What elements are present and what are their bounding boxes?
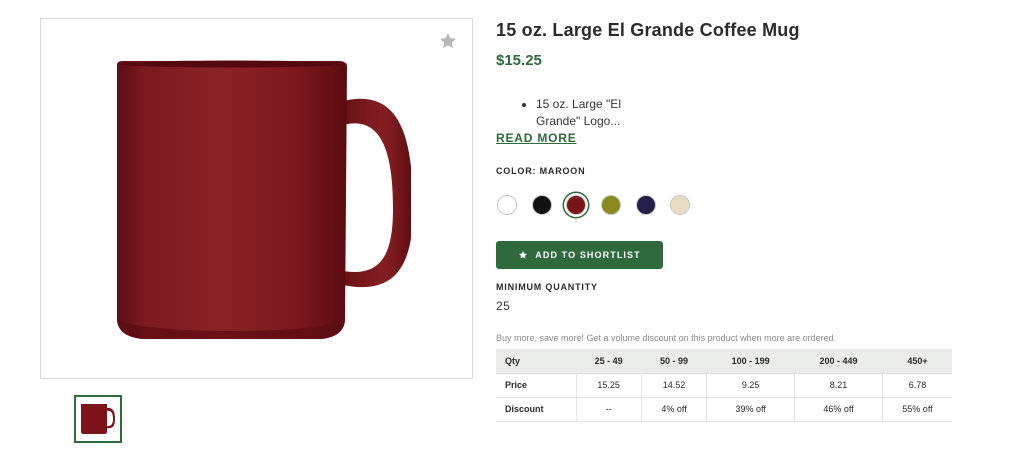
description-bullet: 15 oz. Large "El Grande" Logo... <box>536 96 660 130</box>
shortlist-label: ADD TO SHORTLIST <box>535 250 641 260</box>
star-icon <box>519 251 528 259</box>
table-cell: 6.78 <box>881 373 952 398</box>
table-cell: 4% off <box>640 397 707 422</box>
add-to-shortlist-button[interactable]: ADD TO SHORTLIST <box>496 241 663 269</box>
volume-pricing-table: Qty 25 - 49 50 - 99 100 - 199 200 - 449 … <box>496 349 952 422</box>
swatch-navy[interactable] <box>636 195 656 215</box>
table-cell: 9.25 <box>706 373 795 398</box>
swatch-black[interactable] <box>532 195 552 215</box>
minimum-quantity-value: 25 <box>496 299 511 313</box>
table-header-cell: 100 - 199 <box>706 349 795 374</box>
table-header-row: Qty 25 - 49 50 - 99 100 - 199 200 - 449 … <box>496 349 952 374</box>
table-cell: Discount <box>496 397 576 422</box>
table-cell: 14.52 <box>640 373 707 398</box>
swatch-maroon[interactable] <box>566 195 586 215</box>
table-cell: Price <box>496 373 576 398</box>
product-price: $15.25 <box>496 52 542 69</box>
table-cell: 55% off <box>881 397 952 422</box>
product-title: 15 oz. Large El Grande Coffee Mug <box>496 20 800 40</box>
product-description: 15 oz. Large "El Grande" Logo... <box>520 96 660 130</box>
table-header-cell: 25 - 49 <box>575 349 642 374</box>
table-header-cell: Qty <box>496 349 576 374</box>
favorite-star-icon[interactable] <box>438 31 458 51</box>
volume-discount-note: Buy more, save more! Get a volume discou… <box>496 333 837 343</box>
main-product-image <box>40 18 473 379</box>
table-cell: 46% off <box>794 397 883 422</box>
table-row-price: Price 15.25 14.52 9.25 8.21 6.78 <box>496 373 952 398</box>
table-cell: 39% off <box>706 397 795 422</box>
product-thumbnail[interactable] <box>74 395 122 443</box>
table-cell: -- <box>575 397 642 422</box>
mug-thumbnail-icon <box>81 404 115 434</box>
table-header-cell: 450+ <box>881 349 952 374</box>
table-header-cell: 200 - 449 <box>794 349 883 374</box>
swatch-almond[interactable] <box>670 195 690 215</box>
read-more-link[interactable]: READ MORE <box>496 131 577 145</box>
swatch-olive[interactable] <box>601 195 621 215</box>
swatch-white[interactable] <box>497 195 517 215</box>
table-cell: 8.21 <box>794 373 883 398</box>
mug-image <box>117 60 411 339</box>
table-header-cell: 50 - 99 <box>640 349 707 374</box>
table-row-discount: Discount -- 4% off 39% off 46% off 55% o… <box>496 397 952 422</box>
minimum-quantity-label: MINIMUM QUANTITY <box>496 282 598 292</box>
color-label: COLOR: MAROON <box>496 166 586 176</box>
table-cell: 15.25 <box>575 373 642 398</box>
